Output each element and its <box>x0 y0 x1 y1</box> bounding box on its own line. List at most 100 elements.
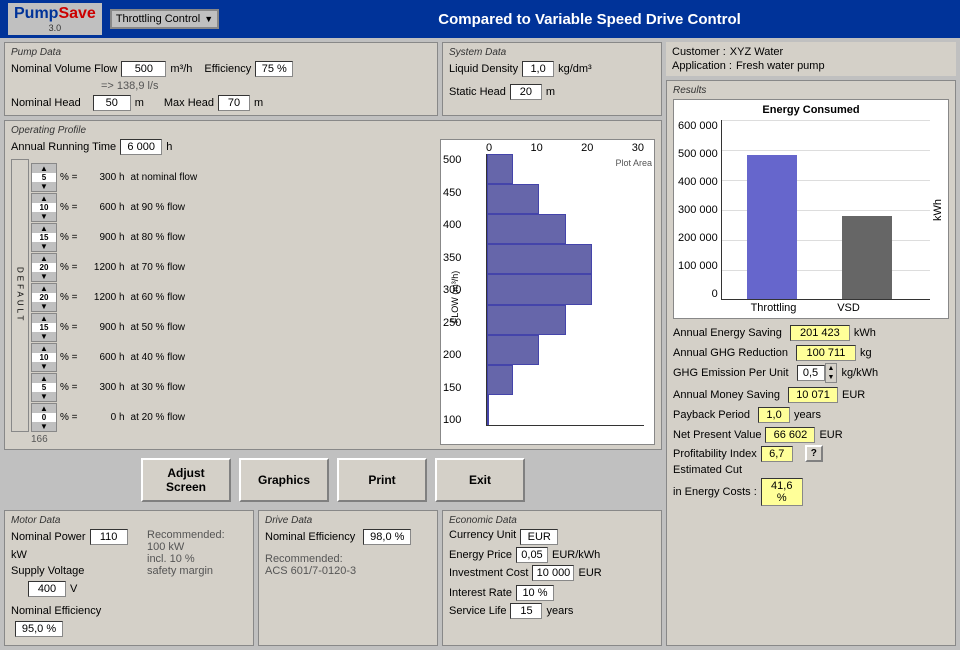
annual-running-input[interactable]: 6 000 <box>120 139 162 155</box>
profitability-value: 6,7 <box>761 446 793 462</box>
static-head-unit: m <box>546 86 555 98</box>
customer-section: Customer : XYZ Water Application : Fresh… <box>666 42 956 76</box>
graphics-button[interactable]: Graphics <box>239 458 329 502</box>
annual-money-value: 10 071 <box>788 387 838 403</box>
total-label: 166 <box>31 434 436 445</box>
static-head-input[interactable]: 20 <box>510 84 542 100</box>
help-button[interactable]: ? <box>805 445 823 462</box>
dropdown-arrow-icon: ▼ <box>204 14 213 24</box>
hbar-3 <box>487 244 592 274</box>
nominal-head-input[interactable]: 50 <box>93 95 131 111</box>
spinner-3[interactable]: ▲ 20 ▼ <box>31 253 57 282</box>
spinner-7[interactable]: ▲ 5 ▼ <box>31 373 57 402</box>
nominal-volume-flow-label: Nominal Volume Flow <box>11 63 117 75</box>
annual-running-label: Annual Running Time <box>11 141 116 153</box>
main-content: Pump Data Nominal Volume Flow 500 m³/h E… <box>0 38 960 650</box>
energy-price-input[interactable]: 0,05 <box>516 547 548 563</box>
vsd-x-label: VSD <box>811 302 886 314</box>
spinner-8[interactable]: ▲ 0 ▼ <box>31 403 57 432</box>
adjust-screen-button[interactable]: AdjustScreen <box>141 458 231 502</box>
hbar-2 <box>487 214 566 244</box>
ghg-down-icon[interactable]: ▼ <box>826 373 837 382</box>
interest-rate-input[interactable]: 10 % <box>516 585 554 601</box>
right-panel: Customer : XYZ Water Application : Fresh… <box>666 42 956 646</box>
motor-data-section: Motor Data Nominal Power 110 kW Supply V… <box>4 510 254 646</box>
npv-unit: EUR <box>819 429 842 441</box>
annual-money-label: Annual Money Saving <box>673 389 780 401</box>
flow-row-2: ▲ 15 ▼ % = 900 h at 80 % flow <box>31 223 197 252</box>
nominal-power-label: Nominal Power <box>11 531 86 543</box>
flow-row-7: ▲ 5 ▼ % = 300 h at 30 % flow <box>31 373 197 402</box>
spinner-6[interactable]: ▲ 10 ▼ <box>31 343 57 372</box>
logo-pump: Pump <box>14 5 58 23</box>
nominal-head-label: Nominal Head <box>11 97 81 109</box>
interest-rate-label: Interest Rate <box>449 587 512 599</box>
spinner-0[interactable]: ▲ 5 ▼ <box>31 163 57 192</box>
hbar-7 <box>487 365 513 395</box>
efficiency-input[interactable]: 75 % <box>255 61 293 77</box>
mode-dropdown[interactable]: Throttling Control ▼ <box>110 9 219 29</box>
npv-label: Net Present Value <box>673 429 761 441</box>
service-life-label: Service Life <box>449 605 506 617</box>
max-head-input[interactable]: 70 <box>218 95 250 111</box>
static-head-label: Static Head <box>449 86 506 98</box>
npv-value: 66 602 <box>765 427 815 443</box>
ghg-spinner[interactable]: 0,5 ▲ ▼ <box>797 363 838 383</box>
spinner-5[interactable]: ▲ 15 ▼ <box>31 313 57 342</box>
hbar-1 <box>487 184 539 214</box>
max-head-label: Max Head <box>164 97 214 109</box>
nominal-volume-flow-input[interactable]: 500 <box>121 61 166 77</box>
liquid-density-unit: kg/dm³ <box>558 63 592 75</box>
nominal-power-input[interactable]: 110 <box>90 529 128 545</box>
ghg-emission-value[interactable]: 0,5 <box>797 365 825 381</box>
motor-data-title: Motor Data <box>11 515 247 526</box>
currency-unit-input[interactable]: EUR <box>520 529 558 545</box>
energy-costs-label: in Energy Costs : <box>673 486 757 498</box>
flow-row-3: ▲ 20 ▼ % = 1200 h at 70 % flow <box>31 253 197 282</box>
nominal-power-unit: kW <box>11 549 27 561</box>
hbar-8 <box>487 395 489 425</box>
exit-button[interactable]: Exit <box>435 458 525 502</box>
drive-nominal-efficiency-input[interactable]: 98,0 % <box>363 529 411 545</box>
energy-price-unit: EUR/kWh <box>552 549 600 561</box>
system-data-title: System Data <box>449 47 655 58</box>
application-label: Application : <box>672 60 732 72</box>
pump-data-title: Pump Data <box>11 47 431 58</box>
logo-version: 3.0 <box>49 23 62 33</box>
nominal-efficiency-label: Nominal Efficiency <box>11 605 101 617</box>
service-life-input[interactable]: 15 <box>510 603 542 619</box>
nominal-volume-flow-unit: m³/h <box>170 63 192 75</box>
header-title: Compared to Variable Speed Drive Control <box>227 11 952 28</box>
flow-row-8: ▲ 0 ▼ % = 0 h at 20 % flow <box>31 403 197 432</box>
supply-voltage-unit: V <box>70 583 77 595</box>
flow-row-1: ▲ 10 ▼ % = 600 h at 90 % flow <box>31 193 197 222</box>
profitability-label: Profitability Index <box>673 448 757 460</box>
spinner-1[interactable]: ▲ 10 ▼ <box>31 193 57 222</box>
supply-voltage-label: Supply Voltage <box>11 565 84 577</box>
application-value: Fresh water pump <box>736 60 825 72</box>
ghg-emission-unit: kg/kWh <box>841 367 878 379</box>
flow-row-4: ▲ 20 ▼ % = 1200 h at 60 % flow <box>31 283 197 312</box>
economic-data-section: Economic Data Currency Unit EUR Energy P… <box>442 510 662 646</box>
results-section: Results Energy Consumed 600 000 500 000 … <box>666 80 956 646</box>
ghg-up-icon[interactable]: ▲ <box>826 364 837 373</box>
flow-chart: 0 10 20 30 FLOW (m³/h) 500 <box>440 139 655 445</box>
nominal-efficiency-input[interactable]: 95,0 % <box>15 621 63 637</box>
supply-voltage-input[interactable]: 400 <box>28 581 66 597</box>
flow-table: ▲ 5 ▼ % = 300 h at nominal flow ▲ 10 ▼ %… <box>31 163 197 432</box>
spinner-2[interactable]: ▲ 15 ▼ <box>31 223 57 252</box>
vsd-bar <box>842 216 892 299</box>
spinner-4[interactable]: ▲ 20 ▼ <box>31 283 57 312</box>
liquid-density-input[interactable]: 1,0 <box>522 61 554 77</box>
estimated-label: Estimated Cut <box>673 464 949 476</box>
investment-cost-input[interactable]: 10 000 <box>532 565 574 581</box>
hbar-4 <box>487 274 592 304</box>
investment-cost-label: Investment Cost <box>449 567 528 579</box>
print-button[interactable]: Print <box>337 458 427 502</box>
drive-data-section: Drive Data Nominal Efficiency 98,0 % Rec… <box>258 510 438 646</box>
annual-energy-unit: kWh <box>854 327 876 339</box>
left-panel: Pump Data Nominal Volume Flow 500 m³/h E… <box>4 42 662 646</box>
annual-energy-value: 201 423 <box>790 325 850 341</box>
annual-energy-label: Annual Energy Saving <box>673 327 782 339</box>
results-title: Results <box>673 85 949 96</box>
